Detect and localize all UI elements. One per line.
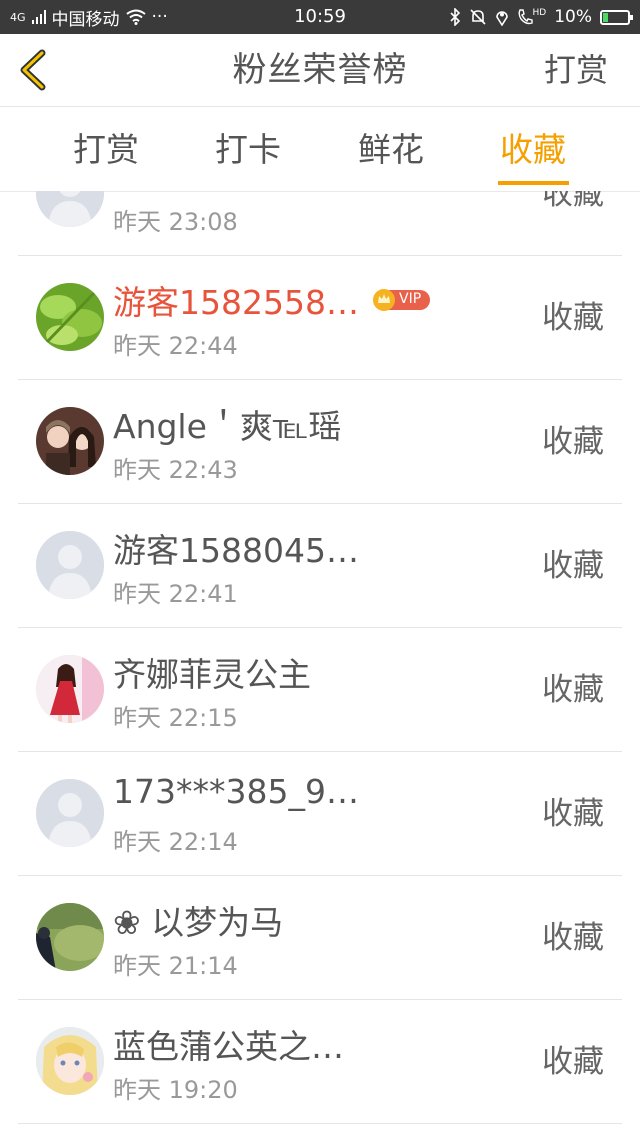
hd-call-indicator: HD [517, 8, 547, 26]
list-item[interactable]: 蓝色蒲公英之… 昨天 19:20 收藏 [0, 1000, 640, 1124]
list-item[interactable]: ❀ 以梦为马 昨天 21:14 收藏 [0, 876, 640, 1000]
battery-icon [600, 9, 633, 25]
tab-reward[interactable]: 打赏 [35, 107, 177, 191]
red-dress-avatar-icon [36, 655, 104, 723]
timestamp: 昨天 23:08 [113, 208, 238, 236]
avatar[interactable] [36, 779, 104, 847]
location-icon [495, 11, 508, 26]
list-item[interactable]: 昨天 23:08 收藏 [0, 191, 640, 256]
battery-percent: 10% [554, 7, 592, 27]
tab-flowers[interactable]: 鲜花 [320, 107, 462, 191]
avatar[interactable] [36, 1027, 104, 1095]
photo-avatar-icon [36, 407, 104, 475]
user-name: Angle＇爽℡瑶 [113, 407, 342, 446]
green-scene-avatar-icon [36, 903, 104, 971]
timestamp: 昨天 21:14 [113, 952, 238, 980]
tab-favorites[interactable]: 收藏 [462, 107, 604, 191]
list-item[interactable]: 游客1588045… 昨天 22:41 收藏 [0, 504, 640, 628]
anime-avatar-icon [36, 1027, 104, 1095]
user-name: 蓝色蒲公英之… [113, 1027, 344, 1066]
hd-label: HD [532, 8, 547, 18]
avatar[interactable] [36, 903, 104, 971]
default-avatar-icon [36, 531, 104, 599]
list-item[interactable]: 游客1582558… VIP 昨天 22:44 收藏 [0, 256, 640, 380]
action-label: 收藏 [542, 672, 604, 708]
avatar[interactable] [36, 191, 104, 227]
timestamp: 昨天 19:20 [113, 1076, 238, 1104]
divider [18, 1123, 622, 1124]
user-name: ❀ 以梦为马 [113, 903, 284, 942]
status-bar: 4G 中国移动 ··· 10:59 HD 10% [0, 0, 640, 34]
list-item[interactable]: 173***385_9… 昨天 22:14 收藏 [0, 752, 640, 876]
action-label: 收藏 [542, 796, 604, 832]
avatar[interactable] [36, 283, 104, 351]
vip-label: VIP [399, 291, 422, 307]
timestamp: 昨天 22:43 [113, 456, 238, 484]
action-label: 收藏 [542, 300, 604, 336]
user-name: 173***385_9… [113, 772, 359, 811]
mute-bell-icon [469, 9, 486, 25]
timestamp: 昨天 22:41 [113, 580, 238, 608]
tab-bar: 打赏 打卡 鲜花 收藏 [0, 107, 640, 192]
default-avatar-icon [36, 191, 104, 227]
user-name: 齐娜菲灵公主 [113, 655, 311, 694]
action-label: 收藏 [542, 920, 604, 956]
avatar[interactable] [36, 407, 104, 475]
action-label: 收藏 [542, 1044, 604, 1080]
default-avatar-icon [36, 779, 104, 847]
action-label: 收藏 [542, 191, 604, 212]
avatar[interactable] [36, 531, 104, 599]
vip-badge: VIP [372, 288, 430, 312]
phone-icon [518, 9, 533, 25]
timestamp: 昨天 22:15 [113, 704, 238, 732]
action-label: 收藏 [542, 548, 604, 584]
nav-bar: 粉丝荣誉榜 打赏 [0, 34, 640, 107]
user-name: 游客1582558… [113, 283, 359, 322]
user-name: 游客1588045… [113, 531, 359, 570]
bluetooth-icon [449, 8, 460, 26]
fan-list: 昨天 23:08 收藏 游客1582558… VIP 昨天 22:44 收藏 A… [0, 191, 640, 1138]
avatar[interactable] [36, 655, 104, 723]
action-label: 收藏 [542, 424, 604, 460]
tab-checkin[interactable]: 打卡 [177, 107, 319, 191]
timestamp: 昨天 22:44 [113, 332, 238, 360]
reward-nav-button[interactable]: 打赏 [544, 34, 608, 106]
status-right: HD 10% [449, 0, 633, 34]
list-item[interactable]: Angle＇爽℡瑶 昨天 22:43 收藏 [0, 380, 640, 504]
active-tab-indicator [498, 181, 569, 185]
greens-avatar-icon [36, 283, 104, 351]
list-item[interactable]: 齐娜菲灵公主 昨天 22:15 收藏 [0, 628, 640, 752]
timestamp: 昨天 22:14 [113, 828, 238, 856]
